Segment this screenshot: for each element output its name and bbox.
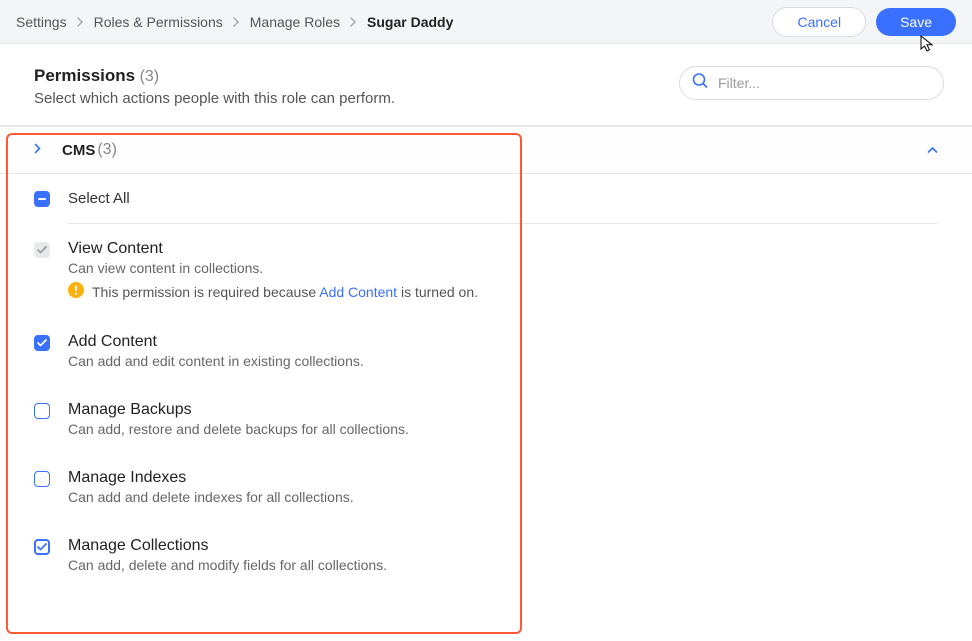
cancel-button[interactable]: Cancel — [772, 7, 866, 37]
header-bar: Settings Roles & Permissions Manage Role… — [0, 0, 972, 44]
save-button[interactable]: Save — [876, 8, 956, 36]
permissions-count: (3) — [140, 68, 160, 85]
chevron-right-icon — [34, 141, 42, 159]
permission-desc: Can add, delete and modify fields for al… — [68, 557, 938, 573]
permission-title: Add Content — [68, 333, 938, 351]
filter-wrap — [679, 66, 944, 100]
section-title: CMS — [62, 142, 95, 159]
permission-desc: Can add and delete indexes for all colle… — [68, 489, 938, 505]
permission-row-manage-collections: Manage Collections Can add, delete and m… — [34, 521, 938, 589]
permission-row-manage-indexes: Manage Indexes Can add and delete indexe… — [34, 453, 938, 521]
checkbox-manage-backups[interactable] — [34, 403, 50, 419]
chevron-right-icon — [77, 17, 84, 27]
permission-title: View Content — [68, 240, 938, 258]
search-icon — [691, 72, 709, 95]
section-header-cms[interactable]: CMS (3) — [0, 126, 972, 174]
filter-input[interactable] — [679, 66, 944, 100]
breadcrumb-settings[interactable]: Settings — [16, 14, 67, 30]
breadcrumb-current: Sugar Daddy — [367, 14, 453, 30]
chevron-right-icon — [350, 17, 357, 27]
permission-row-manage-backups: Manage Backups Can add, restore and dele… — [34, 385, 938, 453]
note-suffix: is turned on. — [397, 284, 478, 300]
checkbox-add-content[interactable] — [34, 335, 50, 351]
checkbox-manage-indexes[interactable] — [34, 471, 50, 487]
permission-title: Manage Backups — [68, 401, 938, 419]
note-prefix: This permission is required because — [92, 284, 319, 300]
select-all-label: Select All — [68, 190, 130, 207]
permission-desc: Can add and edit content in existing col… — [68, 353, 938, 369]
note-link-add-content[interactable]: Add Content — [319, 284, 397, 300]
breadcrumb: Settings Roles & Permissions Manage Role… — [16, 14, 453, 30]
warning-icon — [68, 282, 84, 301]
permission-row-add-content: Add Content Can add and edit content in … — [34, 317, 938, 385]
permission-row-view-content: View Content Can view content in collect… — [34, 224, 938, 317]
permission-title: Manage Indexes — [68, 469, 938, 487]
checkbox-manage-collections[interactable] — [34, 539, 50, 555]
checkbox-select-all[interactable] — [34, 191, 50, 207]
permission-desc: Can add, restore and delete backups for … — [68, 421, 938, 437]
permission-desc: Can view content in collections. — [68, 260, 938, 276]
breadcrumb-manage-roles[interactable]: Manage Roles — [250, 14, 340, 30]
select-all-row: Select All — [34, 174, 938, 223]
title-section: Permissions (3) Select which actions peo… — [0, 44, 972, 126]
page-title: Permissions — [34, 66, 135, 85]
permission-note: This permission is required because Add … — [68, 282, 938, 301]
breadcrumb-roles-permissions[interactable]: Roles & Permissions — [94, 14, 223, 30]
section-count: (3) — [97, 141, 117, 159]
page-subtitle: Select which actions people with this ro… — [34, 90, 395, 107]
permission-list: Select All View Content Can view content… — [0, 174, 972, 589]
title-text: Permissions (3) Select which actions peo… — [34, 66, 395, 107]
header-actions: Cancel Save — [772, 7, 956, 37]
permission-title: Manage Collections — [68, 537, 938, 555]
checkbox-view-content[interactable] — [34, 242, 50, 258]
chevron-right-icon — [233, 17, 240, 27]
chevron-up-icon[interactable] — [927, 141, 938, 159]
